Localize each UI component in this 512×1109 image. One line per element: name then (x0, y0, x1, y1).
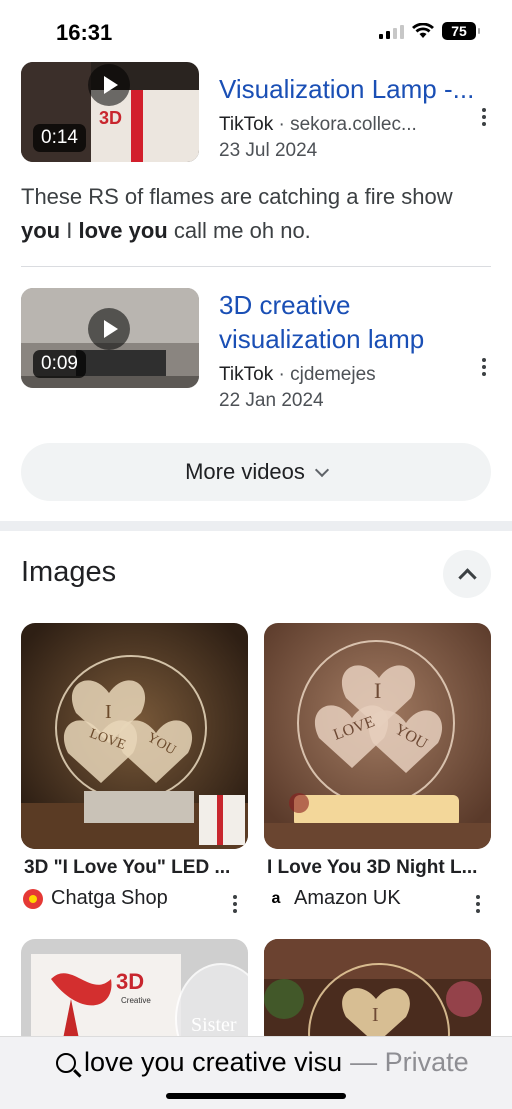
video-date: 23 Jul 2024 (219, 140, 318, 161)
cellular-signal-icon (379, 23, 404, 39)
search-icon (56, 1052, 76, 1073)
address-field[interactable]: love you creative visu — Private (56, 1047, 476, 1078)
status-bar: 16:31 75 (0, 0, 512, 62)
more-options-icon[interactable] (481, 108, 487, 126)
play-icon[interactable] (88, 308, 130, 350)
video-snippet: These RS of flames are catching a fire s… (21, 184, 453, 243)
image-result[interactable]: I LOVE YOU (21, 623, 248, 849)
search-query: love you creative visu (84, 1047, 343, 1077)
image-thumbnail: I (264, 939, 491, 1049)
svg-text:I: I (105, 701, 112, 723)
battery-icon: 75 (442, 22, 480, 40)
image-source-name: Amazon UK (294, 887, 401, 909)
image-title[interactable]: 3D "I Love You" LED ... (24, 857, 246, 879)
image-thumbnail: I LOVE YOU (21, 623, 248, 849)
video-title[interactable]: 3D creative visualization lamp (219, 288, 489, 356)
collapse-button[interactable] (443, 550, 491, 598)
video-source: TikTok · sekora.collec... (219, 114, 417, 135)
video-duration: 0:14 (33, 124, 86, 152)
video-domain: sekora.collec... (290, 114, 417, 135)
video-date: 22 Jan 2024 (219, 390, 324, 411)
video-thumbnail[interactable]: 3D 0:14 (21, 62, 199, 162)
video-title[interactable]: Visualization Lamp -... (219, 72, 489, 106)
image-source: a Amazon UK (266, 887, 401, 910)
more-videos-label: More videos (185, 459, 305, 484)
video-duration: 0:09 (33, 350, 86, 378)
browser-address-bar[interactable]: love you creative visu — Private (0, 1036, 512, 1109)
video-source: TikTok · cjdemejes (219, 364, 376, 385)
private-mode-label: — Private (350, 1047, 469, 1077)
svg-text:I: I (372, 1004, 379, 1026)
more-options-icon[interactable] (475, 895, 481, 913)
status-time: 16:31 (56, 20, 113, 45)
video-domain: cjdemejes (290, 364, 376, 385)
svg-text:3D: 3D (116, 969, 144, 994)
divider (21, 266, 491, 267)
video-platform: TikTok (219, 364, 274, 385)
more-options-icon[interactable] (232, 895, 238, 913)
play-icon[interactable] (88, 64, 130, 106)
home-indicator[interactable] (166, 1093, 346, 1099)
wifi-icon (412, 23, 434, 38)
image-source-name: Chatga Shop (51, 887, 168, 909)
images-section-title: Images (21, 556, 117, 588)
image-title[interactable]: I Love You 3D Night L... (267, 857, 489, 879)
image-result[interactable]: I (264, 939, 491, 1049)
video-platform: TikTok (219, 114, 274, 135)
amazon-favicon-icon: a (271, 889, 281, 907)
svg-text:I: I (374, 678, 381, 703)
section-separator (0, 521, 512, 531)
svg-text:Creative: Creative (121, 996, 151, 1005)
status-icons: 75 (379, 22, 480, 40)
image-result[interactable]: I LOVE YOU (264, 623, 491, 849)
chevron-up-icon (457, 567, 477, 587)
image-thumbnail: 3D Creative Sister (21, 939, 248, 1049)
video-result[interactable]: 0:09 3D creative visualization lamp TikT… (21, 288, 491, 418)
video-thumbnail[interactable]: 0:09 (21, 288, 199, 388)
image-result[interactable]: 3D Creative Sister (21, 939, 248, 1049)
svg-text:Sister: Sister (191, 1014, 237, 1036)
chatga-favicon-icon (23, 888, 43, 909)
thumb-3d-label: 3D (99, 108, 122, 128)
image-source: Chatga Shop (23, 887, 168, 910)
more-options-icon[interactable] (481, 358, 487, 376)
chevron-down-icon (314, 462, 329, 478)
more-videos-button[interactable]: More videos (21, 443, 491, 501)
image-thumbnail: I LOVE YOU (264, 623, 491, 849)
